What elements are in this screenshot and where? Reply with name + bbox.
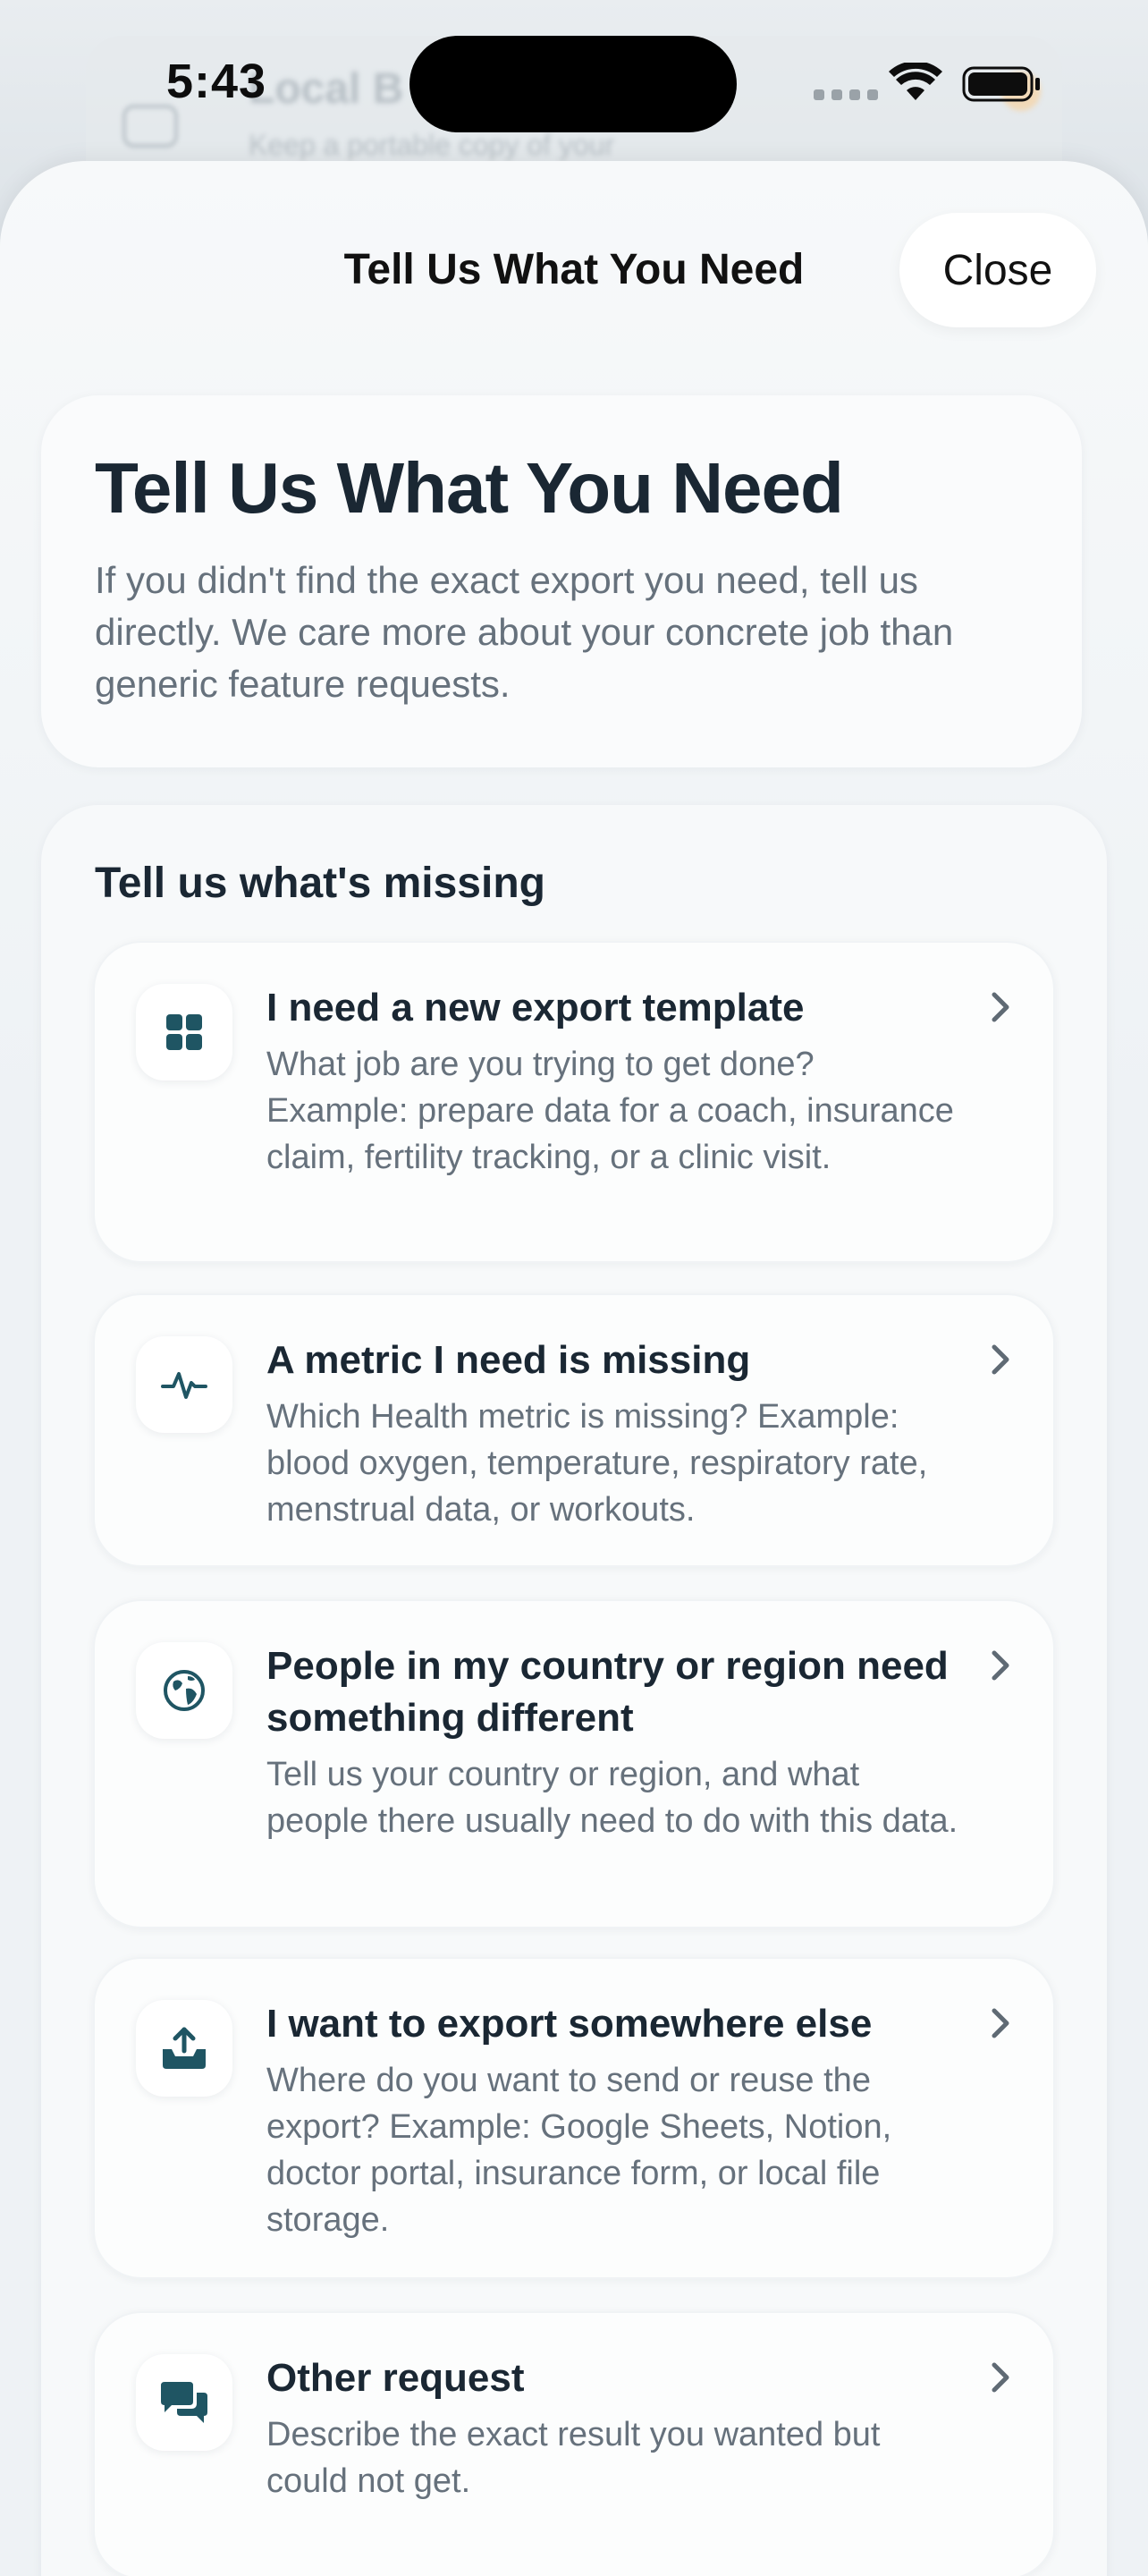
tray-upload-icon — [136, 2000, 232, 2097]
background-app-icon — [122, 104, 179, 148]
close-button[interactable]: Close — [899, 213, 1096, 327]
background-subtitle: Keep a portable copy of your — [249, 129, 615, 161]
background-title: Local B — [249, 65, 404, 113]
option-other-request[interactable]: Other request Describe the exact result … — [93, 2311, 1055, 2576]
option-title: People in my country or region need some… — [266, 1644, 949, 1740]
option-export-elsewhere[interactable]: I want to export somewhere else Where do… — [93, 1957, 1055, 2279]
intro-description: If you didn't find the exact export you … — [95, 559, 954, 705]
wifi-icon — [889, 63, 942, 100]
chevron-right-icon — [992, 2008, 1009, 2038]
option-description: Tell us your country or region, and what… — [266, 1756, 958, 1840]
option-description: Describe the exact result you wanted but… — [266, 2416, 881, 2500]
chevron-right-icon — [992, 2362, 1009, 2393]
option-title: I need a new export template — [266, 986, 805, 1030]
option-new-export-template[interactable]: I need a new export template What job ar… — [93, 941, 1055, 1263]
chevron-right-icon — [992, 992, 1009, 1022]
option-description: What job are you trying to get done? Exa… — [266, 1046, 954, 1176]
grid-icon — [136, 984, 232, 1080]
page-title: Tell Us What You Need — [95, 448, 844, 528]
option-missing-metric[interactable]: A metric I need is missing Which Health … — [93, 1293, 1055, 1567]
feedback-sheet: Tell Us What You Need Close Tell Us What… — [0, 161, 1148, 2576]
option-title: Other request — [266, 2356, 525, 2400]
option-country-region[interactable]: People in my country or region need some… — [93, 1599, 1055, 1928]
options-heading: Tell us what's missing — [95, 860, 545, 907]
option-description: Where do you want to send or reuse the e… — [266, 2062, 892, 2239]
dynamic-island — [409, 36, 737, 132]
globe-icon — [136, 1642, 232, 1739]
battery-icon — [962, 66, 1040, 102]
options-card: Tell us what's missing I need a new expo… — [41, 805, 1107, 2576]
chat-bubbles-icon — [136, 2354, 232, 2451]
heartbeat-icon — [136, 1336, 232, 1433]
chevron-right-icon — [992, 1650, 1009, 1681]
option-description: Which Health metric is missing? Example:… — [266, 1398, 928, 1529]
option-title: A metric I need is missing — [266, 1338, 751, 1382]
chevron-right-icon — [992, 1344, 1009, 1375]
cellular-signal-icon — [814, 89, 878, 100]
status-time: 5:43 — [166, 55, 267, 108]
option-title: I want to export somewhere else — [266, 2002, 873, 2046]
intro-card: Tell Us What You Need If you didn't find… — [41, 395, 1082, 767]
